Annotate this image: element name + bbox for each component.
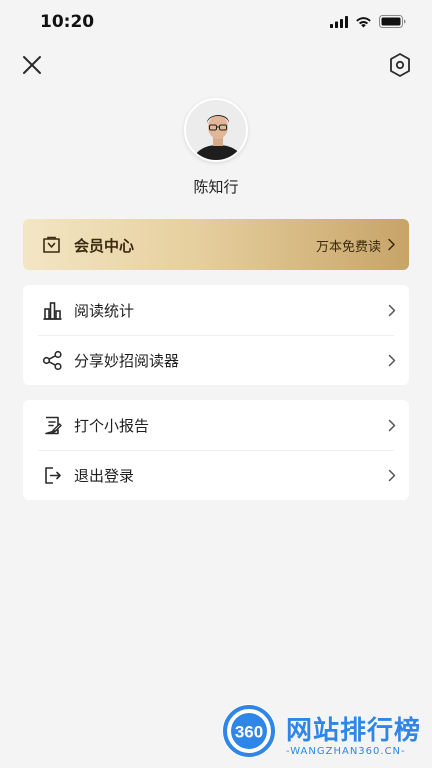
- close-button[interactable]: [20, 53, 44, 77]
- chevron-right-icon: [388, 238, 395, 251]
- menu-card-account: 打个小报告 退出登录: [23, 400, 409, 500]
- report-icon: [45, 416, 62, 435]
- vip-center-banner[interactable]: 会员中心 万本免费读: [23, 219, 409, 270]
- signal-icon: [330, 15, 348, 28]
- vip-label: 会员中心: [74, 237, 135, 255]
- menu-item-report[interactable]: 打个小报告: [23, 400, 409, 451]
- watermark-title: 网站排行榜: [286, 716, 422, 746]
- wifi-icon: [356, 16, 371, 27]
- logout-icon: [45, 467, 61, 484]
- vip-bag-icon: [43, 236, 60, 253]
- settings-button[interactable]: [388, 52, 412, 78]
- bar-chart-icon: [43, 302, 62, 320]
- chevron-right-icon: [388, 354, 396, 367]
- user-photo: [186, 100, 246, 160]
- menu-item-label: 打个小报告: [74, 417, 150, 435]
- status-icons: [330, 15, 406, 28]
- chevron-right-icon: [388, 469, 396, 482]
- vip-promo-text: 万本免费读: [315, 240, 381, 255]
- menu-card-reading: 阅读统计 分享妙招阅读器: [23, 285, 409, 385]
- menu-item-share-reader[interactable]: 分享妙招阅读器: [23, 335, 409, 385]
- battery-icon: [379, 15, 406, 28]
- close-icon: [23, 56, 41, 74]
- chevron-right-icon: [388, 419, 396, 432]
- menu-item-logout[interactable]: 退出登录: [23, 450, 409, 500]
- menu-item-label: 阅读统计: [74, 302, 135, 320]
- menu-item-label: 退出登录: [74, 467, 135, 485]
- gear-icon: [390, 53, 410, 77]
- menu-item-label: 分享妙招阅读器: [74, 352, 180, 370]
- watermark-logo: 360: [222, 704, 276, 758]
- status-time: 10:20: [40, 12, 95, 32]
- watermark: 360 网站排行榜 -WANGZHAN360.CN-: [220, 700, 432, 768]
- watermark-logo-text: 360: [235, 723, 263, 742]
- chevron-right-icon: [388, 304, 396, 317]
- share-icon: [42, 350, 62, 371]
- user-name: 陈知行: [193, 178, 239, 196]
- watermark-subtitle: -WANGZHAN360.CN-: [286, 746, 406, 757]
- avatar[interactable]: [184, 98, 248, 162]
- menu-item-reading-stats[interactable]: 阅读统计: [23, 285, 409, 336]
- status-bar: 10:20: [0, 0, 432, 44]
